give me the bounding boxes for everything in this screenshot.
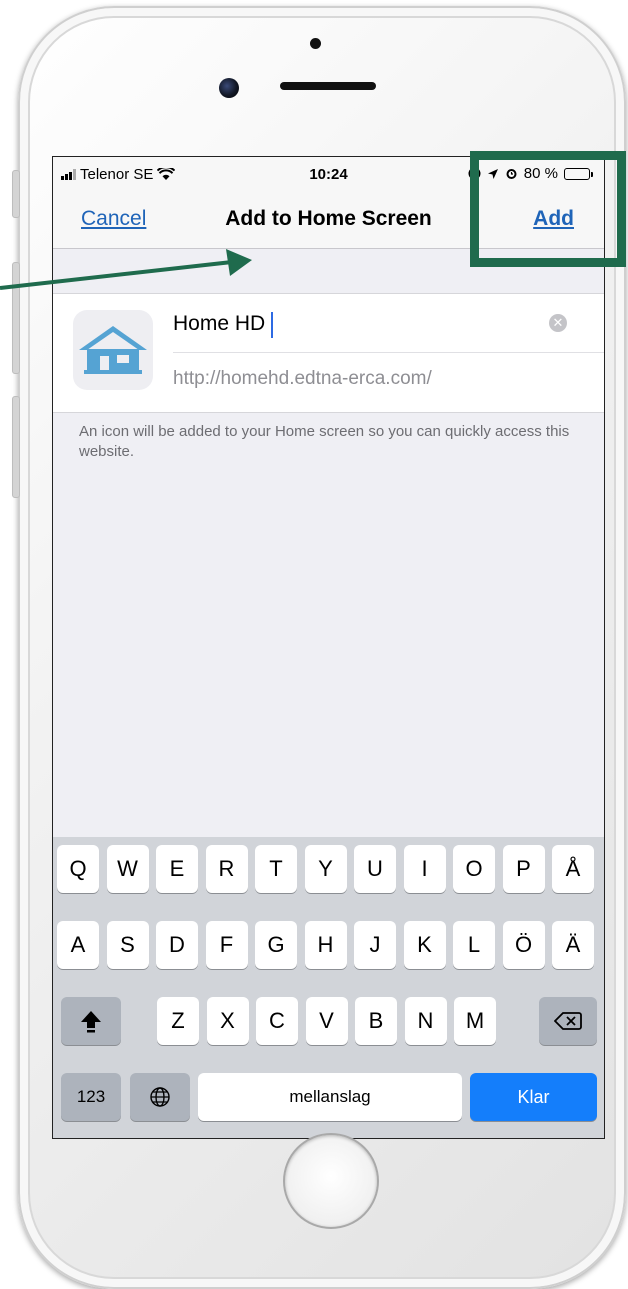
- annotation-arrow-icon: [0, 249, 252, 290]
